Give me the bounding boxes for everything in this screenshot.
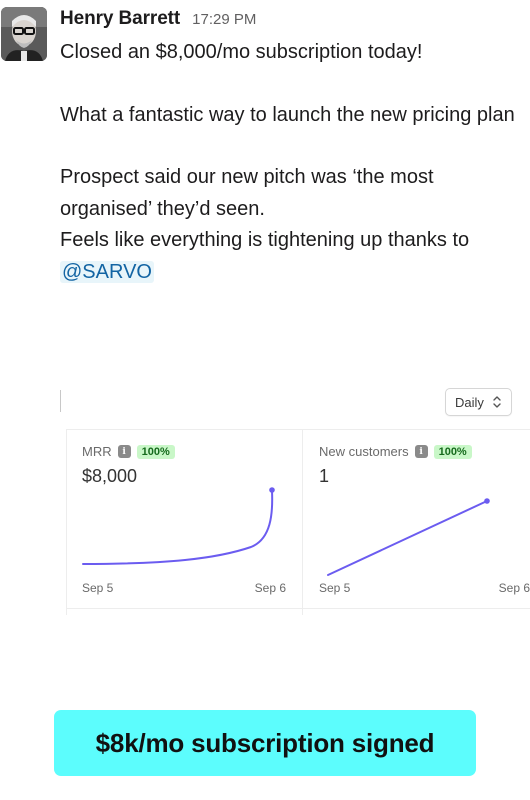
- metric-panel-mrr[interactable]: MRR i 100% $8,000 Sep 5 Sep 6: [66, 429, 302, 609]
- avatar-photo: [1, 7, 47, 61]
- user-mention[interactable]: @SARVO: [60, 260, 154, 283]
- message-paragraph-1: Closed an $8,000/mo subscription today!: [60, 41, 423, 63]
- new-customers-line: [327, 500, 488, 576]
- message-timestamp[interactable]: 17:29 PM: [192, 11, 256, 28]
- chevron-up-down-icon: [493, 396, 501, 408]
- x-axis-start-label: Sep 5: [82, 581, 114, 595]
- x-axis-end-label: Sep 6: [254, 581, 286, 595]
- period-select-value: Daily: [455, 394, 484, 410]
- x-axis-start-label: Sep 5: [319, 581, 351, 595]
- message-paragraph-3: Prospect said our new pitch was ‘the mos…: [60, 162, 522, 288]
- message-body: Closed an $8,000/mo subscription today! …: [60, 37, 522, 288]
- period-select[interactable]: Daily: [445, 388, 512, 416]
- mrr-line: [82, 490, 274, 565]
- caption-banner: $8k/mo subscription signed: [54, 710, 476, 776]
- metrics-card: Daily MRR i 100% $8,000 Sep 5 Sep 6 New …: [60, 375, 530, 615]
- divider: [60, 390, 61, 412]
- mrr-end-point: [269, 487, 275, 493]
- metric-panel-new-customers[interactable]: New customers i 100% 1 Sep 5 Sep 6: [303, 429, 530, 609]
- x-axis-end-label: Sep 6: [498, 581, 530, 595]
- new-customers-end-point: [484, 498, 490, 504]
- author-name[interactable]: Henry Barrett: [60, 8, 180, 30]
- metrics-toolbar: Daily: [60, 375, 530, 429]
- avatar[interactable]: [1, 7, 47, 61]
- message-paragraph-2: What a fantastic way to launch the new p…: [60, 103, 515, 126]
- message-paragraph-3-text: Prospect said our new pitch was ‘the mos…: [60, 166, 470, 251]
